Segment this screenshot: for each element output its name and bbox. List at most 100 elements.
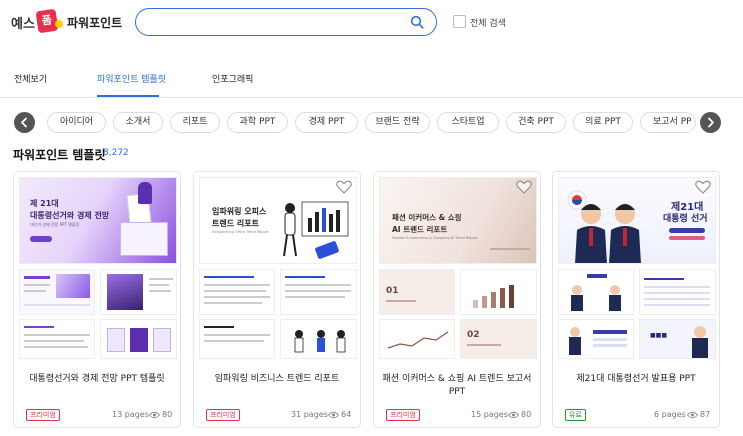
page-count: 13 pages: [112, 410, 149, 419]
thumb-pill: [669, 236, 705, 240]
category-chip[interactable]: 소개서: [113, 112, 163, 133]
thumb-title-line2: 트렌드 리포트: [212, 219, 259, 228]
category-chip[interactable]: 리포트: [170, 112, 220, 133]
thumb-number: 02: [467, 330, 480, 340]
logo-text: 예스: [11, 17, 35, 32]
category-chip[interactable]: 브랜드 전략: [365, 112, 430, 133]
thumb-slide: 01: [379, 269, 455, 315]
heart-icon[interactable]: [695, 180, 711, 194]
template-card[interactable]: 제 21대 대통령선거와 경제 전망 대선과 경제 전망 PPT 템플릿 대통령…: [13, 171, 181, 428]
section-title: 파워포인트 템플릿: [13, 148, 106, 162]
thumb-line: [24, 326, 54, 328]
thumb-title-line2: 대통령 선거: [663, 214, 708, 224]
tab-ppt-templates[interactable]: 파워포인트 템플릿: [97, 72, 166, 85]
category-chip[interactable]: 보고서 PP: [640, 112, 696, 133]
view-count: 87: [700, 410, 711, 419]
thumb-block: [56, 274, 90, 298]
thumb-line: [490, 248, 530, 250]
paid-badge: 유료: [565, 409, 586, 421]
chips-next-button[interactable]: [700, 112, 721, 133]
thumb-line: [467, 344, 501, 346]
thumb-bar-chart: [473, 285, 514, 308]
template-card[interactable]: 패션 이커머스 & 쇼핑 AI 트렌드 리포트 Fashion E-commer…: [373, 171, 541, 428]
search-input[interactable]: [150, 13, 400, 31]
thumb-line: [285, 276, 325, 278]
thumb-block: [107, 328, 125, 352]
thumb-cover-slide: 임파워링 오피스 트렌드 리포트 Empowering Office Trend…: [199, 177, 357, 264]
tab-all[interactable]: 전체보기: [14, 72, 47, 85]
card-thumbnail[interactable]: 제 21대 대통령선거와 경제 전망 대선과 경제 전망 PPT 템플릿: [14, 172, 180, 362]
thumb-line: [285, 296, 345, 298]
eye-icon: [508, 411, 519, 419]
thumb-line: [644, 304, 710, 306]
thumb-line: [644, 286, 710, 288]
template-card[interactable]: 임파워링 오피스 트렌드 리포트 Empowering Office Trend…: [193, 171, 361, 428]
thumb-subtitle: Empowering Office Trend Report: [212, 230, 269, 234]
thumb-slide: 02: [460, 319, 537, 359]
category-chip[interactable]: 아이디어: [47, 112, 106, 133]
thumb-line: [149, 290, 171, 292]
view-count: 64: [341, 410, 352, 419]
thumb-line: [285, 284, 351, 286]
chevron-right-icon: [708, 117, 714, 128]
top-header: 예스 폼 파워포인트 전체 검색: [0, 0, 743, 44]
thumb-cover-slide: 제21대 대통령 선거: [558, 177, 716, 264]
thumb-button-shape: [30, 236, 52, 242]
logo[interactable]: 예스 폼: [11, 8, 63, 36]
chips-prev-button[interactable]: [14, 112, 35, 133]
card-thumbnail[interactable]: 임파워링 오피스 트렌드 리포트 Empowering Office Trend…: [194, 172, 360, 362]
thumb-line: [204, 326, 234, 328]
search-icon[interactable]: [410, 15, 424, 29]
card-title[interactable]: 대통령선거와 경제 전망 PPT 템플릿: [20, 373, 174, 386]
thumb-line: [204, 302, 262, 304]
eye-icon: [149, 411, 160, 419]
thumb-line: [24, 290, 46, 292]
heart-icon[interactable]: [516, 180, 532, 194]
section-count: 8,272: [103, 148, 129, 158]
thumb-line: [24, 340, 84, 342]
thumb-line: [24, 276, 50, 279]
all-search-checkbox[interactable]: [453, 15, 466, 28]
card-title[interactable]: 임파워링 비즈니스 트렌드 리포트: [200, 373, 354, 386]
category-chip[interactable]: 경제 PPT: [295, 112, 358, 133]
service-name[interactable]: 파워포인트: [67, 14, 122, 31]
tab-infographic[interactable]: 인포그래픽: [212, 72, 253, 85]
template-card[interactable]: 제21대 대통령 선거 ■■■ 제21대 대통령선거 발표용 PPT 유료 6 …: [552, 171, 720, 428]
eye-icon: [328, 411, 339, 419]
thumb-line: [204, 340, 264, 342]
thumb-slide: [199, 269, 275, 315]
card-title[interactable]: 패션 이커머스 & 쇼핑 AI 트렌드 보고서 PPT: [380, 373, 534, 399]
thumb-subtitle: 대선과 경제 전망 PPT 템플릿: [30, 222, 80, 227]
thumb-title-line2: 대통령선거와 경제 전망: [30, 211, 110, 220]
thumb-line: [204, 276, 254, 278]
thumb-line: [24, 346, 88, 348]
thumb-title-line1: 패션 이커머스 & 쇼핑: [392, 213, 462, 222]
category-chip[interactable]: 의료 PPT: [573, 112, 633, 133]
category-chip[interactable]: 스타트업: [437, 112, 499, 133]
thumb-block: [107, 274, 143, 310]
card-thumbnail[interactable]: 패션 이커머스 & 쇼핑 AI 트렌드 리포트 Fashion E-commer…: [374, 172, 540, 362]
heart-icon[interactable]: [336, 180, 352, 194]
card-title[interactable]: 제21대 대통령선거 발표용 PPT: [559, 373, 713, 386]
thumb-subtitle: Fashion E-commerce & Shopping AI Trend R…: [392, 236, 478, 240]
thumb-line: [24, 334, 90, 336]
card-thumbnail[interactable]: 제21대 대통령 선거 ■■■: [553, 172, 719, 362]
chevron-left-icon: [21, 117, 27, 128]
premium-badge: 프리미엄: [206, 409, 240, 421]
thumb-slide: [100, 319, 177, 359]
thumb-line: [204, 296, 270, 298]
thumb-slide: [199, 319, 275, 359]
thumb-block: [153, 328, 171, 352]
thumb-hand: [138, 182, 152, 204]
search-box[interactable]: [135, 8, 437, 36]
thumb-line: [24, 304, 90, 306]
category-chip[interactable]: 건축 PPT: [506, 112, 566, 133]
thumb-slide: [639, 269, 716, 315]
thumb-candidates-illustration: [567, 190, 641, 263]
thumb-line: [204, 334, 270, 336]
thumb-line: [644, 292, 710, 294]
all-search-toggle[interactable]: 전체 검색: [453, 15, 513, 29]
thumb-cover-slide: 제 21대 대통령선거와 경제 전망 대선과 경제 전망 PPT 템플릿: [19, 177, 177, 264]
thumb-slide: [280, 319, 357, 359]
category-chip[interactable]: 과학 PPT: [227, 112, 288, 133]
